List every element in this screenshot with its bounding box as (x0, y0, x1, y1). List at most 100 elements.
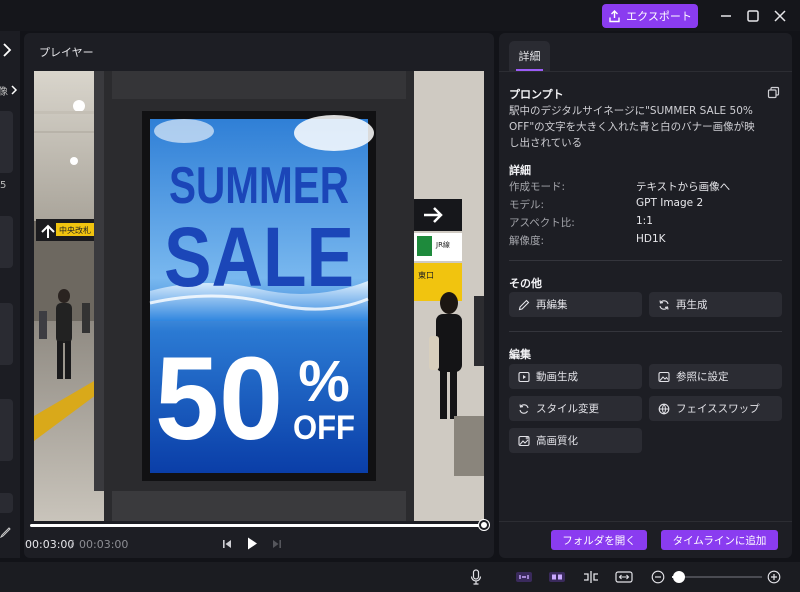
change-style-button[interactable]: スタイル変更 (509, 396, 642, 421)
info-mode-value: テキストから画像へ (636, 181, 731, 193)
zoom-out-icon (651, 570, 665, 584)
video-icon (518, 371, 530, 382)
copy-icon[interactable] (767, 86, 780, 99)
generate-video-label: 動画生成 (536, 371, 578, 383)
sign-sale-text: SALE (164, 210, 354, 304)
player-title: プレイヤー (39, 46, 94, 59)
refresh-icon (659, 299, 669, 310)
regenerate-button[interactable]: 再生成 (649, 292, 782, 317)
tab-divider (499, 71, 792, 72)
details-panel: 詳細 プロンプト 駅中のデジタルサイネージに"SUMMER SALE 50% O… (499, 33, 792, 558)
media-thumbnail[interactable] (0, 111, 13, 173)
add-to-timeline-button[interactable]: タイムラインに追加 (661, 530, 778, 550)
open-folder-label: フォルダを開く (562, 534, 636, 547)
zoom-slider[interactable] (672, 576, 762, 578)
sign-off-text: OFF (293, 409, 355, 447)
set-reference-button[interactable]: 参照に設定 (649, 364, 782, 389)
fit-width-button[interactable] (613, 567, 635, 587)
fit-width-icon (615, 571, 633, 583)
media-thumbnail[interactable] (0, 399, 13, 461)
tab-details[interactable]: 詳細 (509, 41, 550, 71)
sign-summer-text: SUMMER (169, 157, 349, 215)
total-time: 00:03:00 (79, 538, 129, 551)
edit-icon[interactable] (0, 526, 12, 538)
sign-percent-text: % (298, 349, 350, 414)
face-swap-icon (658, 403, 670, 414)
export-label: エクスポート (626, 10, 692, 23)
face-swap-button[interactable]: フェイススワップ (649, 396, 782, 421)
link-button[interactable] (513, 567, 535, 587)
tab-details-label: 詳細 (518, 50, 541, 63)
play-icon[interactable] (245, 536, 259, 551)
pencil-icon (518, 299, 530, 310)
sign-50-text: 50 (155, 333, 283, 465)
chevron-right-small-icon[interactable] (10, 84, 18, 96)
info-aspect-key: アスペクト比: (509, 217, 575, 229)
chevron-right-icon[interactable] (1, 42, 13, 58)
media-thumbnail[interactable] (0, 216, 13, 268)
station-sign-east-exit: 東口 (418, 270, 434, 280)
trim-icon (584, 571, 598, 583)
station-sign-jr: JR線 (435, 240, 450, 249)
open-folder-button[interactable]: フォルダを開く (551, 530, 647, 550)
generate-video-button[interactable]: 動画生成 (509, 364, 642, 389)
media-thumbnail[interactable] (0, 303, 13, 365)
reedit-button[interactable]: 再編集 (509, 292, 642, 317)
microphone-icon (470, 569, 482, 585)
current-time: 00:03:00 (25, 538, 75, 551)
progress-bar[interactable] (30, 524, 485, 527)
enhance-quality-button[interactable]: 高画質化 (509, 428, 642, 453)
zoom-slider-thumb[interactable] (673, 571, 686, 583)
set-reference-label: 参照に設定 (676, 371, 729, 383)
progress-thumb[interactable] (479, 520, 489, 530)
info-model-key: モデル: (509, 199, 545, 211)
minimize-icon (721, 15, 731, 17)
zoom-out-button[interactable] (647, 567, 669, 587)
other-title: その他 (509, 277, 542, 290)
enhance-quality-label: 高画質化 (536, 435, 578, 447)
reedit-label: 再編集 (536, 299, 568, 311)
section-divider (509, 331, 782, 332)
step-back-icon[interactable] (221, 538, 233, 550)
zoom-in-button[interactable] (763, 567, 785, 587)
export-button[interactable]: エクスポート (602, 4, 698, 28)
regenerate-label: 再生成 (676, 299, 708, 311)
info-aspect-value: 1:1 (636, 215, 653, 227)
info-model-value: GPT Image 2 (636, 197, 704, 209)
image-reference-icon (658, 371, 670, 382)
info-resolution-value: HD1K (636, 233, 666, 245)
change-style-label: スタイル変更 (536, 403, 599, 415)
close-icon (774, 10, 786, 22)
enhance-icon (518, 435, 530, 446)
step-forward-icon[interactable] (271, 538, 283, 550)
prompt-text: 駅中のデジタルサイネージに"SUMMER SALE 50% OFF"の文字を大き… (509, 105, 755, 149)
prompt-title: プロンプト (509, 88, 564, 101)
microphone-button[interactable] (465, 567, 487, 587)
link-icon (516, 572, 532, 582)
strip-label-fragment: 像 (0, 87, 8, 98)
preview-image[interactable]: 中央改札 JR線 東口 SUMMER SALE 50 % OFF (34, 71, 484, 521)
style-refresh-icon (519, 403, 529, 414)
export-icon (609, 9, 620, 22)
station-scene: 中央改札 JR線 東口 SUMMER SALE 50 % OFF (34, 71, 484, 521)
zoom-in-icon (767, 570, 781, 584)
edit-title: 編集 (509, 348, 531, 361)
maximize-button[interactable] (743, 6, 763, 26)
maximize-icon (747, 10, 759, 22)
trim-button[interactable] (580, 567, 602, 587)
face-swap-label: フェイススワップ (676, 403, 760, 415)
split-view-icon (549, 572, 565, 582)
left-media-strip: 像 5 (0, 31, 20, 558)
add-to-timeline-label: タイムラインに追加 (672, 534, 767, 547)
strip-count-fragment: 5 (0, 180, 7, 191)
station-sign-left: 中央改札 (59, 225, 91, 235)
info-mode-key: 作成モード: (509, 181, 566, 193)
minimize-button[interactable] (716, 6, 736, 26)
info-resolution-key: 解像度: (509, 235, 545, 247)
media-thumbnail[interactable] (0, 493, 13, 513)
split-view-button[interactable] (546, 567, 568, 587)
time-separator: / (70, 538, 74, 551)
close-button[interactable] (770, 6, 790, 26)
info-title: 詳細 (509, 164, 531, 177)
section-divider (509, 260, 782, 261)
